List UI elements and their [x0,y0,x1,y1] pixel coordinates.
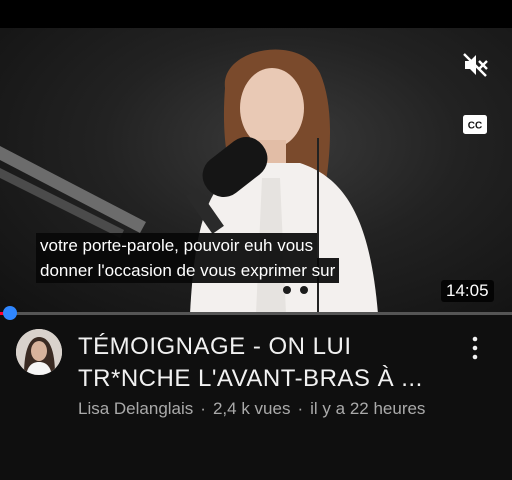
more-options-icon[interactable] [466,335,484,361]
subtitle-line-2: donner l'occasion de vous exprimer sur [36,258,340,283]
subtitle-line-1: votre porte-parole, pouvoir euh vous [36,233,318,258]
channel-avatar[interactable] [16,329,62,375]
svg-text:CC: CC [468,121,482,132]
upload-age: il y a 22 heures [310,399,426,418]
subtitles: votre porte-parole, pouvoir euh vous don… [36,233,340,283]
video-metadata: Lisa Delanglais · 2,4 k vues · il y a 22 heu… [78,397,448,421]
scrubber-handle[interactable] [3,306,18,320]
video-title[interactable]: TÉMOIGNAGE - ON LUI TR*NCHE L'AVANT-BRAS… [78,331,448,395]
video-duration: 14:05 [441,280,494,302]
video-player[interactable]: CC votre porte-parole, pouvoir euh vous … [0,28,512,314]
mute-icon[interactable] [460,50,490,80]
separator: · [297,399,304,418]
channel-name[interactable]: Lisa Delanglais [78,399,193,418]
status-bar [0,0,512,28]
closed-captions-icon[interactable]: CC [463,115,487,134]
avatar-image [16,329,62,375]
separator: · [200,399,206,418]
view-count: 2,4 k vues [212,399,291,418]
progress-bar[interactable] [0,306,512,320]
